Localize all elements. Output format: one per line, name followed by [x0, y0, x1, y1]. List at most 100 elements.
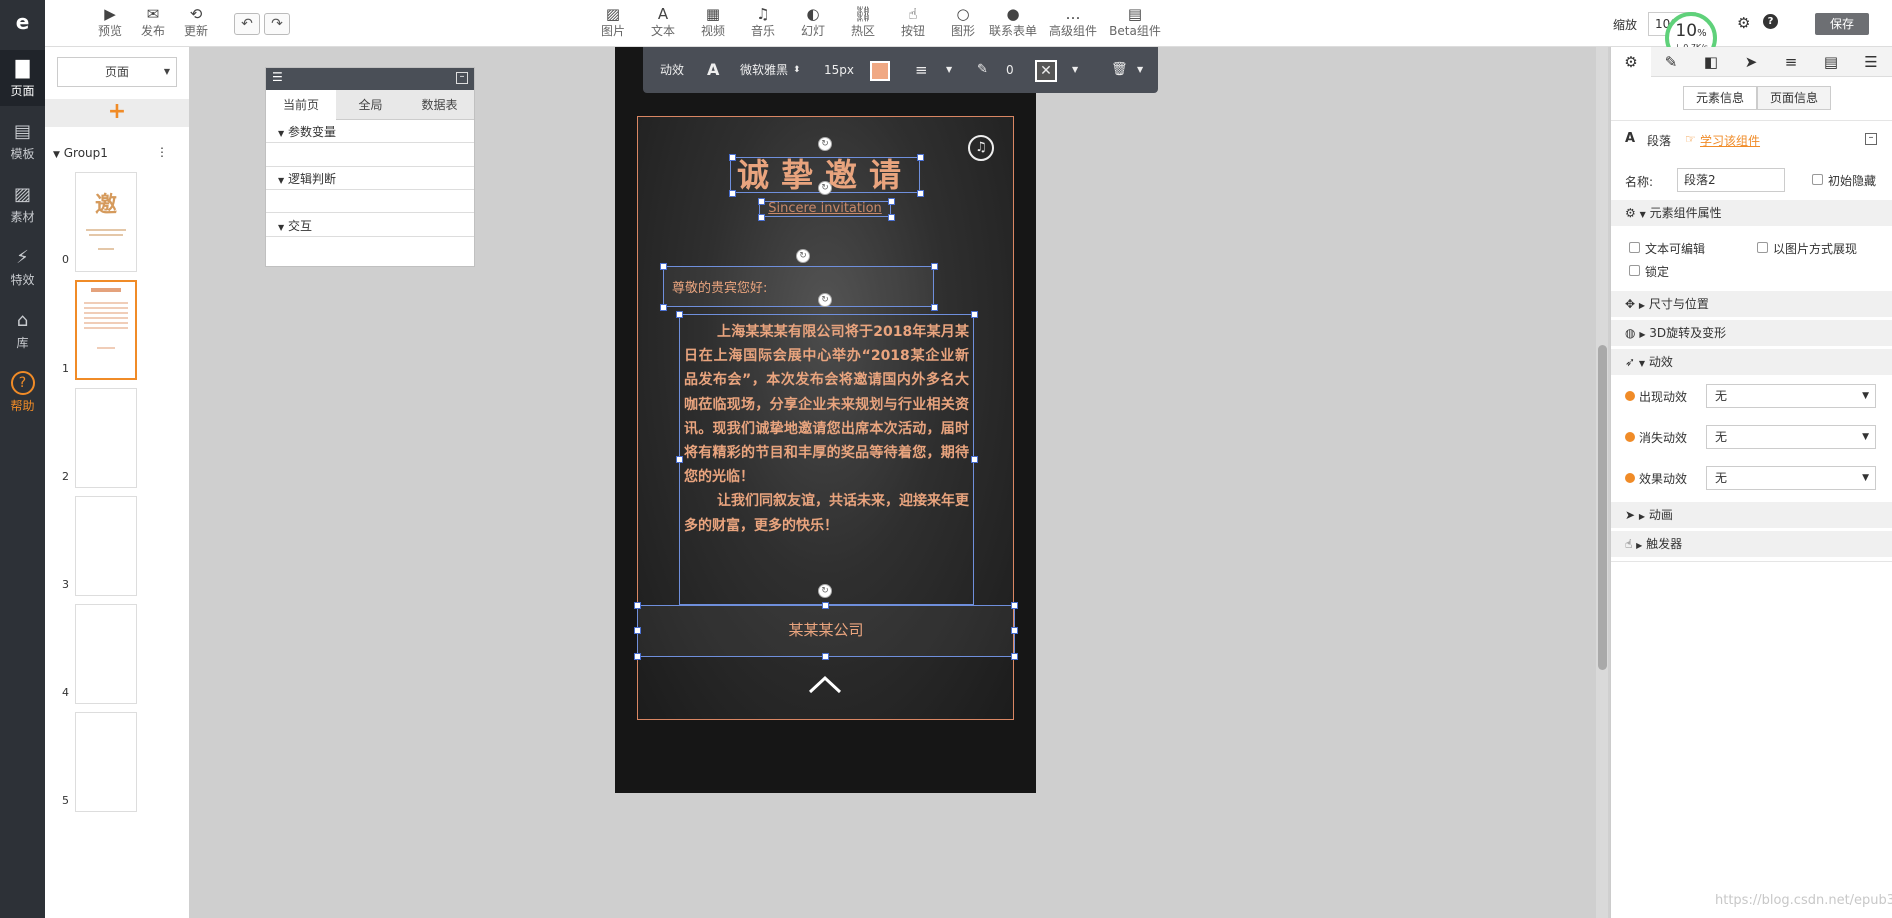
resize-handle[interactable]: [634, 627, 641, 634]
company-element[interactable]: 某某某公司: [637, 605, 1015, 657]
brush-tab-icon[interactable]: ✎: [1651, 47, 1691, 77]
paragraph-element[interactable]: 上海某某某有限公司将于2018年某月某日在上海国际会展中心举办“2018某企业新…: [679, 314, 974, 605]
insert-video-button[interactable]: ▦ 视频: [688, 6, 738, 39]
section-3d-rotate[interactable]: ◍ ▶ 3D旋转及变形: [1611, 320, 1892, 346]
undo-button[interactable]: ↶: [234, 13, 260, 35]
section-element-properties[interactable]: ⚙ ▼ 元素组件属性: [1611, 200, 1892, 226]
learn-component-link[interactable]: 学习该组件: [1700, 132, 1760, 149]
publish-button[interactable]: ✉ 发布: [133, 6, 173, 39]
insert-advanced-button[interactable]: … 高级组件: [1045, 6, 1101, 39]
redo-button[interactable]: ↷: [264, 13, 290, 35]
database-tab-icon[interactable]: ☰: [1851, 47, 1891, 77]
font-size-select[interactable]: 15px: [824, 47, 854, 93]
resize-handle[interactable]: [660, 304, 667, 311]
gear-icon[interactable]: ⚙: [1737, 14, 1750, 32]
as-image-checkbox[interactable]: [1757, 242, 1768, 253]
music-note-icon[interactable]: ♫: [968, 135, 994, 161]
resize-handle[interactable]: [660, 263, 667, 270]
chevron-up-icon[interactable]: [808, 674, 842, 694]
insert-shape-button[interactable]: ○ 图形: [938, 6, 988, 39]
settings-tab-icon[interactable]: ⚙: [1611, 47, 1651, 77]
resize-handle[interactable]: [931, 263, 938, 270]
style-tab-icon[interactable]: ◧: [1691, 47, 1731, 77]
rotate-handle-icon[interactable]: ↻: [796, 249, 810, 263]
insert-music-button[interactable]: ♫ 音乐: [738, 6, 788, 39]
resize-handle[interactable]: [1011, 653, 1018, 660]
save-button[interactable]: 保存: [1815, 13, 1869, 35]
nav-item-template[interactable]: ▤ 模板: [0, 113, 45, 169]
page-thumb-0[interactable]: 邀: [75, 172, 137, 272]
appear-effect-select[interactable]: 无 ▼: [1706, 384, 1876, 408]
disappear-effect-select[interactable]: 无 ▼: [1706, 425, 1876, 449]
insert-image-button[interactable]: ▨ 图片: [588, 6, 638, 39]
preview-button[interactable]: ▶ 预览: [90, 6, 130, 39]
canvas-scrollbar-thumb[interactable]: [1598, 345, 1607, 670]
section-animation[interactable]: ➤ ▶ 动画: [1611, 502, 1892, 528]
nav-item-help[interactable]: ? 帮助: [0, 365, 45, 421]
resize-handle[interactable]: [1011, 602, 1018, 609]
group-menu-icon[interactable]: ⋮: [156, 145, 168, 159]
tab-current-page[interactable]: 当前页: [266, 90, 336, 120]
text-editable-checkbox[interactable]: [1629, 242, 1640, 253]
rotate-handle-icon[interactable]: ↻: [818, 584, 832, 598]
page-thumb-4[interactable]: [75, 604, 137, 704]
tab-element-info[interactable]: 元素信息: [1683, 86, 1757, 110]
rotate-handle-icon[interactable]: ↻: [818, 293, 832, 307]
logic-panel-header[interactable]: ☰ –: [266, 68, 474, 90]
insert-form-button[interactable]: ● 联系表单: [985, 6, 1041, 39]
insert-button-button[interactable]: ☝ 按钮: [888, 6, 938, 39]
tab-global[interactable]: 全局: [336, 90, 405, 120]
resize-handle[interactable]: [917, 154, 924, 161]
section-interaction[interactable]: ▼ 交互: [266, 215, 474, 237]
resize-handle[interactable]: [729, 190, 736, 197]
caret-down-icon[interactable]: ▼: [1072, 47, 1078, 93]
resize-handle[interactable]: [676, 311, 683, 318]
caret-down-icon[interactable]: ▼: [1137, 47, 1143, 93]
initial-hidden-checkbox[interactable]: [1812, 174, 1823, 185]
trash-icon[interactable]: 🗑: [1111, 47, 1128, 93]
resize-handle[interactable]: [888, 198, 895, 205]
resize-handle[interactable]: [822, 602, 829, 609]
resize-handle[interactable]: [676, 456, 683, 463]
font-family-select[interactable]: 微软雅黑: [740, 47, 788, 93]
resize-handle[interactable]: [971, 456, 978, 463]
tab-data-table[interactable]: 数据表: [405, 90, 474, 120]
phone-canvas[interactable]: ♫ 诚挚邀请 Sincere invitation 尊敬的贵宾您好: 上海某某某…: [615, 47, 1036, 793]
page-thumb-2[interactable]: [75, 388, 137, 488]
pencil-icon[interactable]: ✎: [977, 47, 988, 93]
send-tab-icon[interactable]: ➤: [1731, 47, 1771, 77]
effect-effect-select[interactable]: 无 ▼: [1706, 466, 1876, 490]
resize-handle[interactable]: [917, 190, 924, 197]
caret-down-icon[interactable]: ▼: [946, 47, 952, 93]
minimize-icon[interactable]: –: [456, 72, 468, 84]
section-effects[interactable]: ➶ ▼ 动效: [1611, 349, 1892, 375]
section-variables[interactable]: ▼ 参数变量: [266, 121, 474, 143]
nav-item-material[interactable]: ▨ 素材: [0, 176, 45, 232]
page-thumb-5[interactable]: [75, 712, 137, 812]
lock-checkbox[interactable]: [1629, 265, 1640, 276]
border-color-swatch[interactable]: ✕: [1035, 60, 1057, 82]
resize-handle[interactable]: [888, 214, 895, 221]
insert-text-button[interactable]: A 文本: [638, 6, 688, 39]
font-icon[interactable]: A: [707, 47, 719, 93]
align-icon[interactable]: ≡: [915, 47, 928, 93]
resize-handle[interactable]: [1011, 627, 1018, 634]
resize-handle[interactable]: [758, 198, 765, 205]
menu-icon[interactable]: ☰: [272, 70, 283, 84]
insert-beta-button[interactable]: ▤ Beta组件: [1105, 6, 1165, 39]
sort-icon[interactable]: ⬍: [793, 47, 801, 93]
resize-handle[interactable]: [822, 653, 829, 660]
help-circle-icon[interactable]: ?: [1763, 14, 1778, 29]
effect-button[interactable]: 动效: [660, 47, 684, 93]
resize-handle[interactable]: [729, 154, 736, 161]
page-group[interactable]: ▼ Group1: [53, 146, 108, 160]
invitation-page[interactable]: ♫ 诚挚邀请 Sincere invitation 尊敬的贵宾您好: 上海某某某…: [634, 116, 1018, 720]
name-input[interactable]: 段落2: [1677, 168, 1785, 192]
nav-item-effects[interactable]: ⚡ 特效: [0, 239, 45, 295]
subtitle-element[interactable]: Sincere invitation: [759, 201, 891, 217]
nav-item-library[interactable]: ⌂ 库: [0, 302, 45, 358]
list-tab-icon[interactable]: ≡: [1771, 47, 1811, 77]
app-logo[interactable]: e: [0, 0, 45, 44]
document-tab-icon[interactable]: ▤: [1811, 47, 1851, 77]
resize-handle[interactable]: [971, 311, 978, 318]
